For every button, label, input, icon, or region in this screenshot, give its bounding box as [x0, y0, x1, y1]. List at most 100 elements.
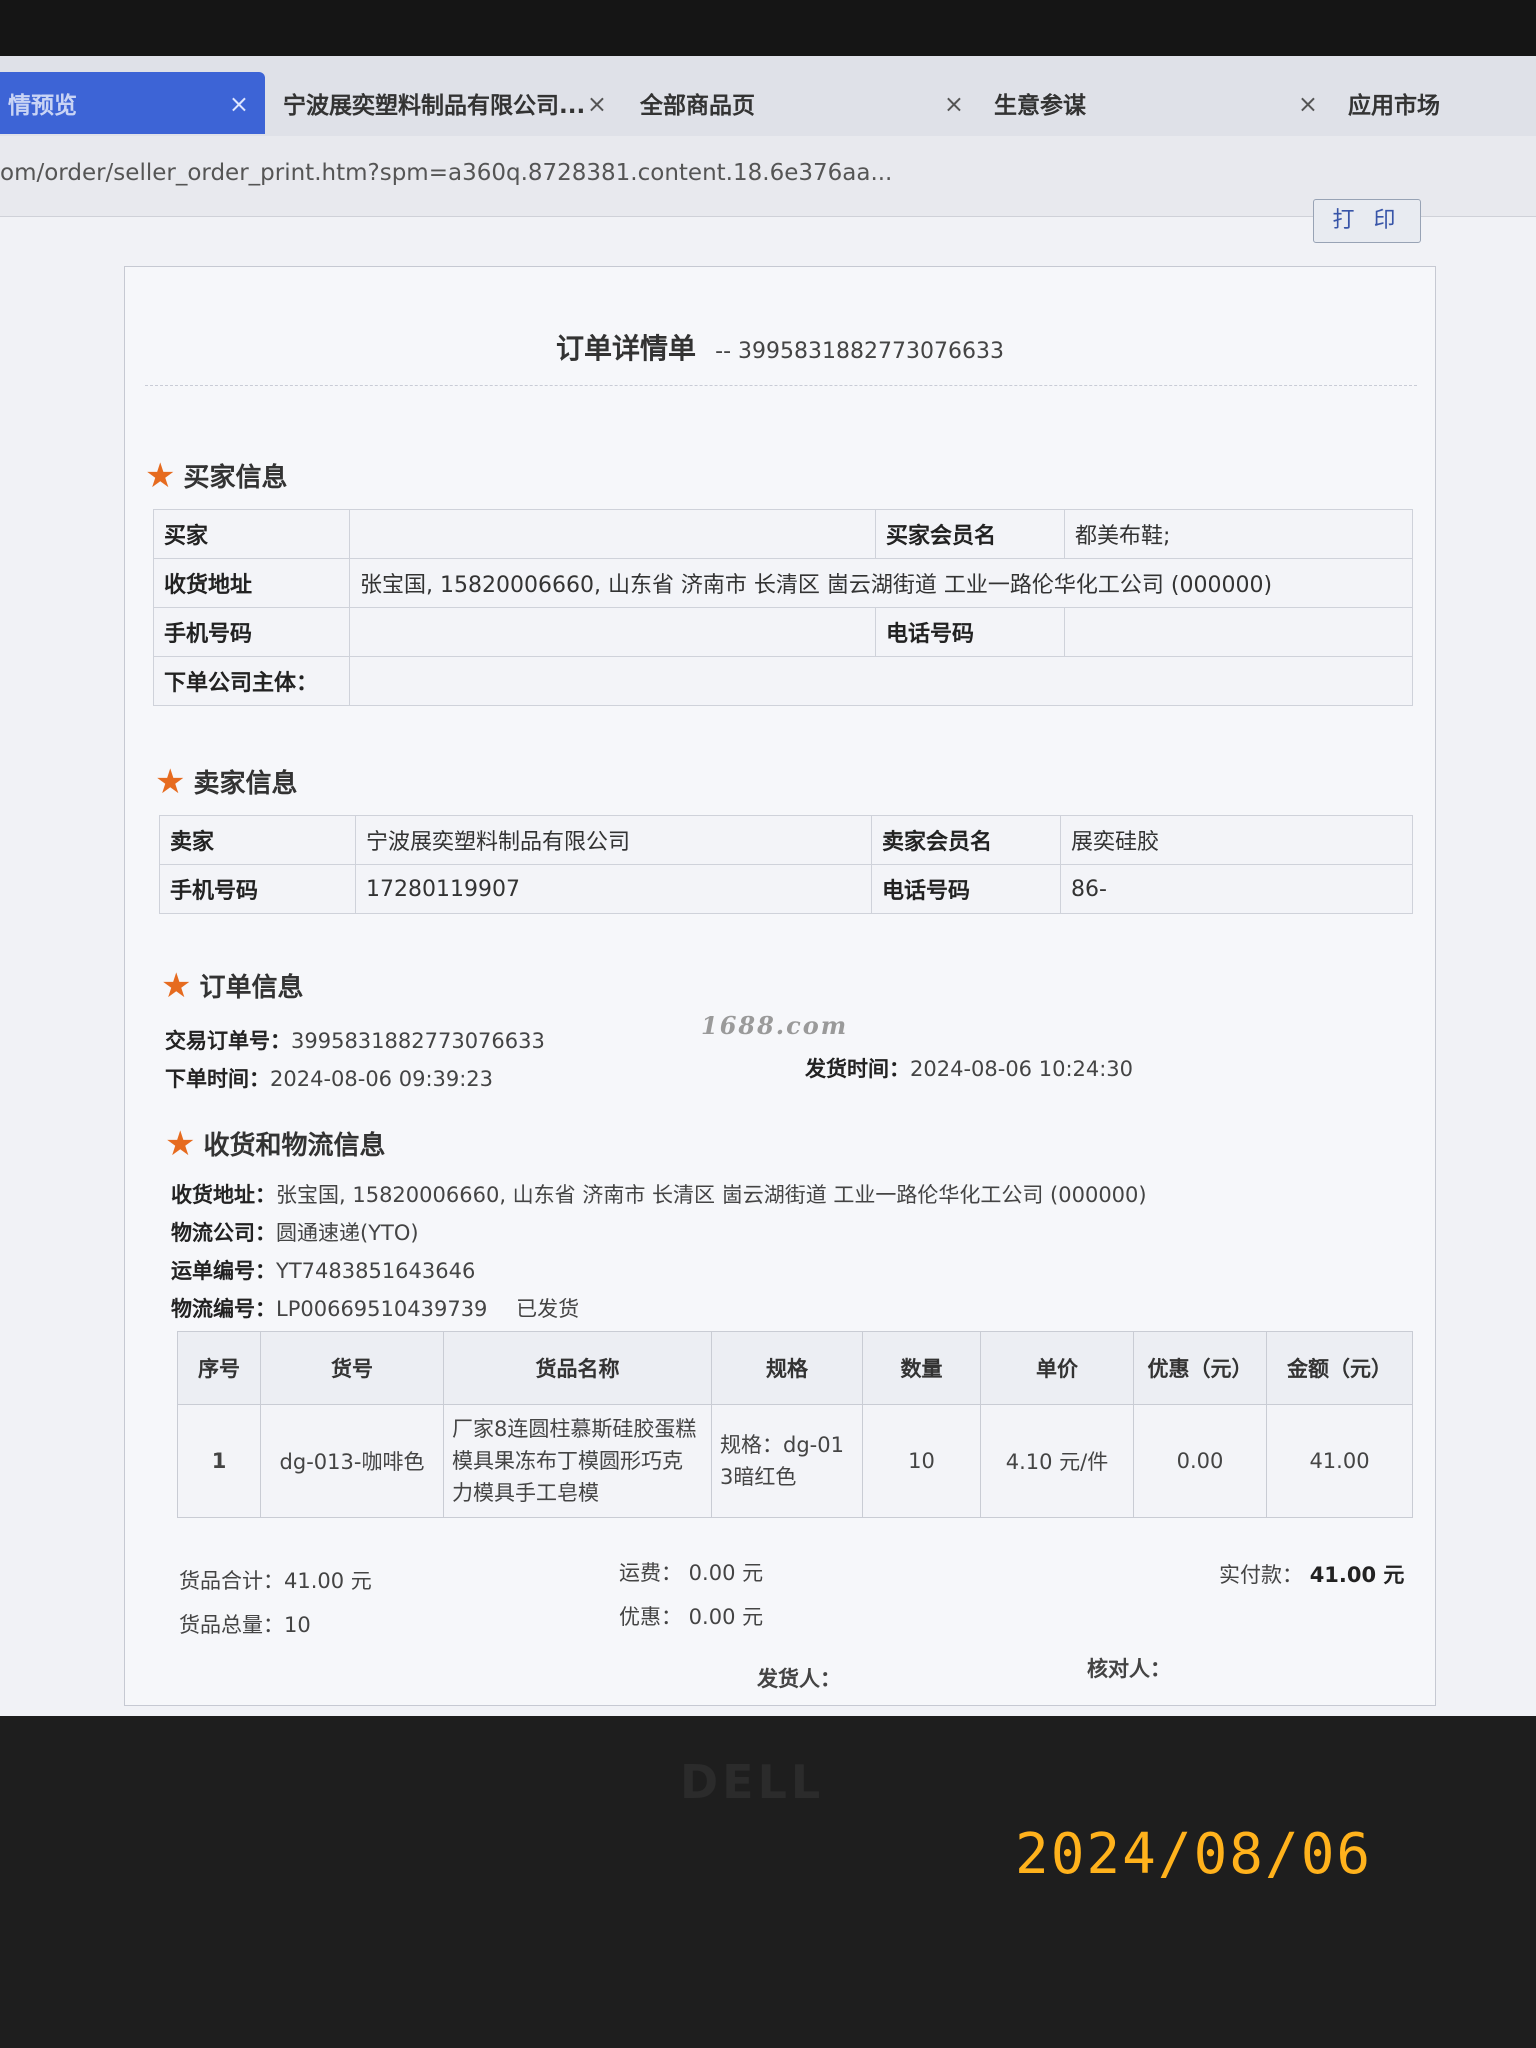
tab-business-advisor[interactable]: 生意参谋 × — [976, 72, 1326, 134]
address-value: 张宝国, 15820006660, 山东省 济南市 长清区 崮云湖街道 工业一路… — [349, 558, 1413, 608]
column-header: 规格 — [711, 1331, 863, 1405]
logistics-company-line: 物流公司：圆通速递(YTO) — [171, 1217, 419, 1247]
seller-member-value: 展奕硅胶 — [1060, 815, 1413, 865]
seller-phone-label: 电话号码 — [871, 864, 1061, 914]
waybill-value: YT7483851643646 — [276, 1259, 476, 1283]
logistics-address-line: 收货地址：张宝国, 15820006660, 山东省 济南市 长清区 崮云湖街道… — [171, 1179, 1147, 1209]
trade-number-label: 交易订单号： — [165, 1029, 291, 1053]
cell-discount: 0.00 — [1133, 1404, 1267, 1518]
phone-value — [1064, 607, 1413, 657]
phone-label: 电话号码 — [875, 607, 1065, 657]
order-time-label: 下单时间： — [165, 1067, 270, 1091]
photo-date-stamp: 2024/08/06 — [1015, 1822, 1373, 1887]
close-icon[interactable]: × — [944, 90, 964, 118]
seller-section-heading: ★ 卖家信息 — [155, 763, 298, 800]
star-icon: ★ — [155, 761, 186, 802]
logistics-number-label: 物流编号： — [171, 1297, 276, 1321]
mobile-label: 手机号码 — [153, 607, 350, 657]
page-title: 订单详情单 — [556, 332, 697, 365]
tab-app-market[interactable]: 应用市场 — [1330, 72, 1536, 134]
freight: 运费： 0.00 元 — [619, 1561, 764, 1585]
buyer-info-table: 买家 买家会员名 都美布鞋; 收货地址 张宝国, 15820006660, 山东… — [153, 509, 1413, 706]
tab-bar: 情预览 × 宁波展奕塑料制品有限公司... × 全部商品页 × 生意参谋 × 应… — [0, 56, 1536, 136]
cell-seq: 1 — [177, 1404, 261, 1518]
address-label: 收货地址 — [153, 558, 350, 608]
star-icon: ★ — [165, 1123, 196, 1164]
column-header: 单价 — [980, 1331, 1134, 1405]
waybill-line: 运单编号：YT7483851643646 — [171, 1255, 475, 1285]
logistics-section-heading: ★ 收货和物流信息 — [165, 1125, 386, 1162]
paid-amount: 实付款： 41.00 元 — [1219, 1559, 1404, 1589]
waybill-label: 运单编号： — [171, 1259, 276, 1283]
close-icon[interactable]: × — [1298, 90, 1318, 118]
table-row: 1 dg-013-咖啡色 厂家8连圆柱慕斯硅胶蛋糕模具果冻布丁模圆形巧克力模具手… — [177, 1404, 1413, 1518]
ship-time-value: 2024-08-06 10:24:30 — [910, 1057, 1134, 1081]
seller-info-table: 卖家 宁波展奕塑料制品有限公司 卖家会员名 展奕硅胶 手机号码 17280119… — [159, 815, 1413, 914]
tab-order-preview[interactable]: 情预览 × — [0, 72, 265, 134]
star-icon: ★ — [161, 965, 192, 1006]
watermark-1688: 1688.com — [701, 1011, 849, 1040]
goods-count: 货品总量：10 — [179, 1613, 311, 1637]
trade-number-value: 3995831882773076633 — [291, 1029, 545, 1053]
paid-label: 实付款： — [1219, 1563, 1303, 1587]
column-header: 序号 — [177, 1331, 261, 1405]
section-title: 卖家信息 — [193, 769, 298, 799]
items-header-row: 序号 货号 货品名称 规格 数量 单价 优惠（元） 金额（元） — [177, 1331, 1413, 1405]
seller-member-label: 卖家会员名 — [871, 815, 1061, 865]
close-icon[interactable]: × — [229, 90, 249, 118]
tab-label: 应用市场 — [1348, 93, 1440, 119]
column-header: 货号 — [260, 1331, 444, 1405]
buyer-member-value: 都美布鞋; — [1064, 509, 1413, 559]
tab-seller-company[interactable]: 宁波展奕塑料制品有限公司... × — [265, 72, 615, 134]
buyer-label: 买家 — [153, 509, 350, 559]
seller-mobile-label: 手机号码 — [159, 864, 356, 914]
checker-label: 核对人： — [1087, 1657, 1171, 1681]
cell-unit-price: 4.10 元/件 — [980, 1404, 1134, 1518]
order-time-line: 下单时间：2024-08-06 09:39:23 — [165, 1063, 493, 1093]
ship-time-line: 发货时间：2024-08-06 10:24:30 — [805, 1053, 1133, 1083]
seller-value: 宁波展奕塑料制品有限公司 — [355, 815, 872, 865]
ship-time-label: 发货时间： — [805, 1057, 910, 1081]
discount-total: 优惠： 0.00 元 — [619, 1605, 764, 1629]
items-table: 序号 货号 货品名称 规格 数量 单价 优惠（元） 金额（元） 1 dg-013… — [177, 1331, 1413, 1518]
star-icon: ★ — [145, 455, 176, 496]
seller-mobile-value: 17280119907 — [355, 864, 872, 914]
trade-number-line: 交易订单号：3995831882773076633 — [165, 1025, 545, 1055]
goods-total: 货品合计：41.00 元 — [179, 1569, 372, 1593]
order-time-value: 2024-08-06 09:39:23 — [270, 1067, 494, 1091]
tab-label: 生意参谋 — [994, 93, 1086, 119]
print-button[interactable]: 打 印 — [1313, 199, 1421, 243]
monitor-bezel-top — [0, 0, 1536, 60]
tab-all-products[interactable]: 全部商品页 × — [622, 72, 972, 134]
shipper-label: 发货人： — [757, 1667, 841, 1691]
close-icon[interactable]: × — [587, 90, 607, 118]
company-label: 下单公司主体： — [153, 656, 350, 706]
buyer-value — [349, 509, 876, 559]
section-title: 订单信息 — [199, 973, 304, 1003]
logistics-address-value: 张宝国, 15820006660, 山东省 济南市 长清区 崮云湖街道 工业一路… — [276, 1183, 1147, 1207]
section-title: 买家信息 — [183, 463, 288, 493]
brand-logo: DELL — [680, 1755, 825, 1809]
column-header: 优惠（元） — [1133, 1331, 1267, 1405]
column-header: 金额（元） — [1266, 1331, 1413, 1405]
buyer-section-heading: ★ 买家信息 — [145, 457, 288, 494]
seller-phone-value: 86- — [1060, 864, 1413, 914]
cell-amount: 41.00 — [1266, 1404, 1413, 1518]
cell-spec: 规格：dg-013暗红色 — [711, 1404, 863, 1518]
shipping-status: 已发货 — [516, 1297, 580, 1321]
tab-label: 宁波展奕塑料制品有限公司... — [283, 93, 586, 119]
logistics-company-value: 圆通速递(YTO) — [276, 1221, 419, 1245]
paid-value: 41.00 元 — [1309, 1563, 1405, 1587]
tab-label: 情预览 — [8, 93, 77, 119]
logistics-address-label: 收货地址： — [171, 1183, 276, 1207]
mobile-value — [349, 607, 876, 657]
order-sheet: 订单详情单 -- 3995831882773076633 ★ 买家信息 买家 买… — [124, 266, 1436, 1706]
cell-product-name: 厂家8连圆柱慕斯硅胶蛋糕模具果冻布丁模圆形巧克力模具手工皂模 — [443, 1404, 712, 1518]
seller-label: 卖家 — [159, 815, 356, 865]
address-bar[interactable]: om/order/seller_order_print.htm?spm=a360… — [0, 136, 1536, 217]
order-section-heading: ★ 订单信息 — [161, 967, 304, 1004]
company-value — [349, 656, 1413, 706]
logistics-number-value: LP00669510439739 — [276, 1297, 488, 1321]
buyer-member-label: 买家会员名 — [875, 509, 1065, 559]
title-order-number: -- 3995831882773076633 — [715, 339, 1004, 364]
